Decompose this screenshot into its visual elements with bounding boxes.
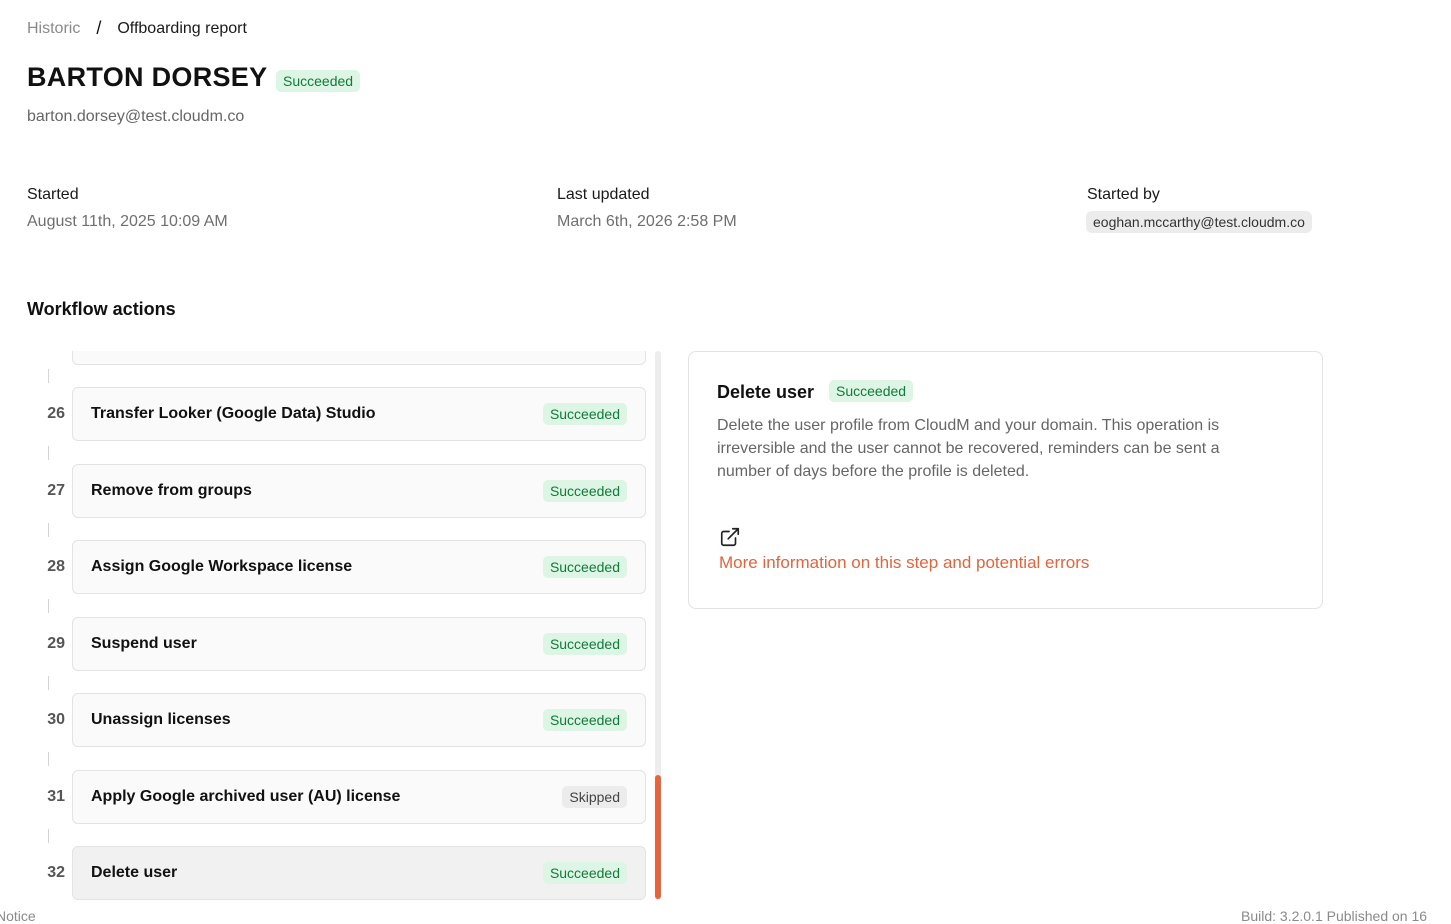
breadcrumb-separator: / [96, 18, 102, 38]
started-by-chip: eoghan.mccarthy@test.cloudm.co [1086, 211, 1312, 233]
workflow-step-card[interactable]: Delete user Succeeded [72, 846, 646, 900]
workflow-step-row: 28 Assign Google Workspace license Succeed… [27, 540, 647, 594]
step-number: 26 [47, 405, 65, 422]
step-status-badge: Succeeded [542, 556, 627, 578]
external-link-icon[interactable] [719, 526, 741, 548]
workflow-step-card[interactable]: Unassign licenses Succeeded [72, 693, 646, 747]
last-updated-label: Last updated [557, 186, 650, 203]
scrollbar-thumb[interactable] [655, 775, 661, 899]
user-email: barton.dorsey@test.cloudm.co [27, 108, 245, 125]
step-status-badge: Succeeded [542, 480, 627, 502]
step-status-badge: Skipped [562, 786, 627, 808]
step-connector [48, 369, 49, 383]
workflow-step-row: 30 Unassign licenses Succeeded [27, 693, 647, 747]
step-number: 30 [47, 711, 65, 728]
breadcrumb-historic-link[interactable]: Historic [27, 20, 80, 38]
step-number: 31 [47, 788, 65, 805]
started-value: August 11th, 2025 10:09 AM [27, 213, 228, 230]
step-title: Assign Google Workspace license [91, 558, 353, 575]
detail-title: Delete user [717, 382, 815, 402]
step-status-badge: Succeeded [542, 709, 627, 731]
workflow-step-row: 26 Transfer Looker (Google Data) Studio Su… [27, 387, 647, 441]
workflow-step-card[interactable]: Remove from groups Succeeded [72, 464, 646, 518]
step-connector [48, 599, 49, 613]
step-card-partial[interactable] [72, 351, 646, 365]
step-number: 29 [47, 635, 65, 652]
step-title: Unassign licenses [91, 711, 231, 728]
step-connector [48, 523, 49, 537]
page-title: BARTON DORSEY [27, 62, 268, 92]
started-label: Started [27, 186, 79, 203]
breadcrumb-current: Offboarding report [117, 19, 247, 37]
step-title: Remove from groups [91, 482, 252, 499]
workflow-step-row: 29 Suspend user Succeeded [27, 617, 647, 671]
step-status-badge: Succeeded [542, 862, 627, 884]
workflow-step-row: 31 Apply Google archived user (AU) licens… [27, 770, 647, 824]
workflow-step-row: 27 Remove from groups Succeeded [27, 464, 647, 518]
workflow-step-card[interactable]: Assign Google Workspace license Succeeded [72, 540, 646, 594]
last-updated-value: March 6th, 2026 2:58 PM [557, 213, 737, 230]
workflow-step-card[interactable]: Suspend user Succeeded [72, 617, 646, 671]
step-status-badge: Succeeded [542, 633, 627, 655]
step-number: 32 [47, 864, 65, 881]
step-connector [48, 446, 49, 460]
workflow-step-row: 32 Delete user Succeeded [27, 846, 647, 900]
more-info-link[interactable]: More information on this step and potent… [719, 553, 1089, 573]
footer-build-info: Build: 3.2.0.1 Published on 16 [1241, 908, 1428, 924]
started-by-label: Started by [1087, 186, 1160, 203]
step-connector [48, 829, 49, 843]
workflow-step-card[interactable]: Apply Google archived user (AU) license S… [72, 770, 646, 824]
breadcrumb: Historic / Offboarding report [27, 18, 247, 39]
step-number: 28 [47, 558, 65, 575]
detail-description: Delete the user profile from CloudM and … [717, 417, 1220, 480]
status-badge: Succeeded [276, 70, 361, 92]
step-title: Transfer Looker (Google Data) Studio [91, 405, 376, 422]
step-connector [48, 676, 49, 690]
workflow-step-list[interactable]: 26 Transfer Looker (Google Data) Studio Su… [27, 351, 663, 900]
step-status-badge: Succeeded [542, 403, 627, 425]
detail-status-badge: Succeeded [829, 380, 914, 402]
step-detail-panel: Delete user Succeeded Delete the user pr… [688, 351, 1323, 609]
workflow-actions-title: Workflow actions [27, 299, 176, 319]
step-title: Delete user [91, 864, 178, 881]
footer-notice-link[interactable]: Notice [0, 908, 36, 924]
step-connector [48, 752, 49, 766]
step-title: Suspend user [91, 635, 197, 652]
workflow-step-card[interactable]: Transfer Looker (Google Data) Studio Succ… [72, 387, 646, 441]
step-title: Apply Google archived user (AU) license [91, 788, 401, 805]
step-number: 27 [47, 482, 65, 499]
